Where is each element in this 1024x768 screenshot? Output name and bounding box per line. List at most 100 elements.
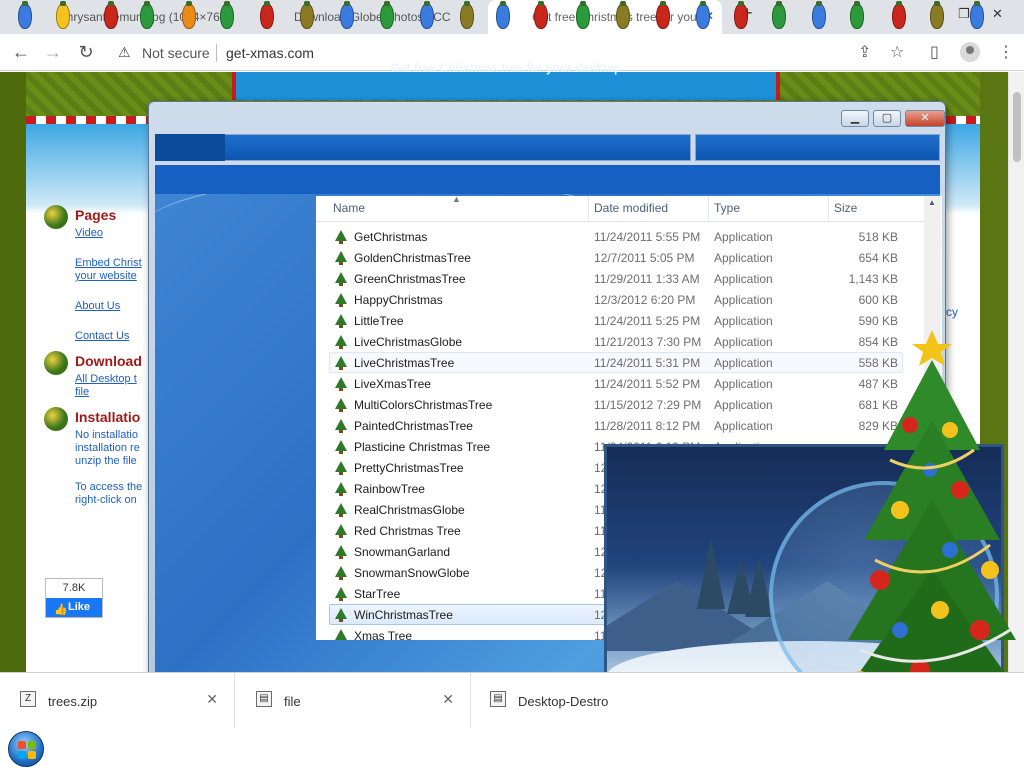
facebook-like-widget[interactable]: 7.8K 👍 Like [45, 578, 103, 618]
forward-icon[interactable]: → [42, 42, 64, 64]
restore-window-icon[interactable]: ❐ [958, 6, 970, 22]
url-text[interactable]: get-xmas.com [226, 45, 314, 61]
tab-globe-photos[interactable]: Download Globe Photos | CC ✕ [250, 0, 478, 34]
warning-icon[interactable]: ⚠ [118, 44, 131, 61]
site-sidebar: Pages Video Embed Christ your website Ab… [44, 205, 154, 507]
name-column-header[interactable]: Name [333, 201, 365, 215]
download-filename[interactable]: Desktop-Destro [518, 694, 608, 709]
file-type: Application [714, 335, 773, 349]
tree-file-icon [334, 545, 348, 559]
file-row[interactable]: GetChristmas 11/24/2011 5:55 PM Applicatio… [329, 226, 903, 247]
security-label[interactable]: Not secure [142, 45, 210, 61]
date-column-header[interactable]: Date modified [594, 201, 668, 215]
tree-file-icon [334, 524, 348, 538]
file-row[interactable]: LiveXmasTree 11/24/2011 5:52 PM Applicatio… [329, 373, 903, 394]
contact-us-link[interactable]: Contact Us [75, 330, 154, 343]
close-icon[interactable]: ✕ [442, 691, 454, 708]
tree-file-icon [334, 314, 348, 328]
column-divider[interactable] [828, 196, 829, 220]
page-scrollbar[interactable] [1008, 72, 1024, 672]
embed-link[interactable]: Embed Christ [75, 257, 154, 270]
file-name: WinChristmasTree [354, 608, 453, 622]
installation-text: No installatio [75, 429, 138, 441]
close-icon[interactable]: ✕ [905, 110, 945, 127]
explorer-search-box[interactable] [695, 134, 940, 161]
download-item[interactable]: ▤ Desktop-Destro [470, 673, 705, 729]
file-type: Application [714, 293, 773, 307]
file-size: 558 KB [858, 356, 898, 370]
file-row[interactable]: MultiColorsChristmasTree 11/15/2012 7:29 … [329, 394, 903, 415]
divider [216, 44, 217, 62]
installation-text: To access the [75, 481, 143, 493]
installation-text: installation re [75, 442, 140, 454]
explorer-nav-buttons[interactable] [155, 134, 225, 161]
type-column-header[interactable]: Type [714, 201, 740, 215]
file-size: 1,143 KB [848, 272, 898, 286]
file-row[interactable]: LittleTree 11/24/2011 5:25 PM Application 5… [329, 310, 903, 331]
tab-close-icon[interactable]: ✕ [704, 9, 714, 23]
new-tab-button[interactable]: + [742, 3, 753, 24]
download-filename[interactable]: trees.zip [48, 694, 97, 709]
share-icon[interactable]: ⇪ [858, 42, 871, 62]
file-row[interactable]: LiveChristmasGlobe 11/21/2013 7:30 PM Appl… [329, 331, 903, 352]
reload-icon[interactable]: ↻ [75, 42, 97, 64]
column-divider[interactable] [708, 196, 709, 220]
video-link[interactable]: Video [75, 227, 154, 240]
close-window-icon[interactable]: ✕ [992, 6, 1003, 22]
file-row[interactable]: PaintedChristmasTree 11/28/2011 8:12 PM Ap… [329, 415, 903, 436]
pages-heading: Pages [44, 205, 154, 229]
ornament-icon [44, 407, 68, 431]
download-filename[interactable]: file [284, 694, 301, 709]
about-us-link[interactable]: About Us [75, 300, 154, 313]
file-type: Application [714, 314, 773, 328]
scroll-up-icon[interactable]: ▲ [928, 198, 936, 207]
download-item[interactable]: ▤ file ✕ [236, 673, 471, 729]
facebook-like-button[interactable]: 👍 Like [46, 598, 102, 617]
sidebar-icon[interactable]: ▯ [930, 42, 939, 62]
file-type: Application [714, 272, 773, 286]
profile-icon[interactable] [960, 42, 980, 62]
file-name: Xmas Tree [354, 629, 413, 640]
tab-close-icon[interactable]: ✕ [222, 9, 232, 23]
start-orb-icon[interactable] [8, 731, 44, 767]
tree-file-icon [334, 461, 348, 475]
close-icon[interactable]: ✕ [206, 691, 218, 708]
file-row[interactable]: HappyChristmas 12/3/2012 6:20 PM Applicati… [329, 289, 903, 310]
tab-close-icon[interactable]: ✕ [460, 9, 470, 23]
download-item[interactable]: Z trees.zip ✕ [0, 673, 235, 729]
file-date: 12/7/2011 5:05 PM [594, 251, 695, 265]
embed-link-cont[interactable]: your website [75, 270, 154, 283]
file-size: 600 KB [858, 293, 898, 307]
tree-file-icon [334, 440, 348, 454]
taskbar [0, 728, 1024, 768]
privacy-link-fragment[interactable]: cy [946, 305, 958, 319]
file-row[interactable]: GreenChristmasTree 11/29/2011 1:33 AM Appl… [329, 268, 903, 289]
file-row[interactable]: LiveChristmasTree 11/24/2011 5:31 PM Appli… [329, 352, 903, 373]
desktop-trees-link-cont[interactable]: file [75, 386, 154, 399]
explorer-address-bar[interactable] [155, 134, 691, 161]
back-icon[interactable]: ← [10, 42, 32, 64]
size-column-header[interactable]: Size [834, 201, 857, 215]
file-size: 654 KB [858, 251, 898, 265]
site-banner: Get free Christmas tree for your desktop [232, 62, 780, 100]
file-type: Application [714, 251, 773, 265]
star-icon[interactable]: ☆ [890, 42, 904, 62]
maximize-icon[interactable]: ▢ [873, 110, 901, 127]
minimize-icon[interactable]: ▁ [841, 110, 869, 127]
tab-chrysanthemum[interactable]: Chrysanthemum.jpg (1024×768) ✕ [14, 0, 240, 34]
column-divider[interactable] [588, 196, 589, 220]
tree-file-icon [334, 629, 348, 640]
zip-icon: Z [20, 691, 36, 707]
banner-title: Get free Christmas tree for your desktop [390, 61, 622, 75]
tree-file-icon [334, 335, 348, 349]
desktop-trees-link[interactable]: All Desktop t [75, 373, 154, 386]
scrollbar-thumb[interactable] [1013, 92, 1021, 162]
menu-icon[interactable]: ⋮ [998, 42, 1014, 62]
pine-tree [697, 539, 725, 609]
explorer-command-bar [155, 165, 940, 194]
file-row[interactable]: GoldenChristmasTree 12/7/2011 5:05 PM Appl… [329, 247, 903, 268]
tab-get-xmas[interactable]: Get free Christmas tree for your ✕ [488, 0, 722, 34]
installation-text: right-click on [75, 494, 137, 506]
file-name: LiveChristmasTree [354, 356, 455, 370]
thumbs-up-icon: 👍 [54, 604, 68, 616]
